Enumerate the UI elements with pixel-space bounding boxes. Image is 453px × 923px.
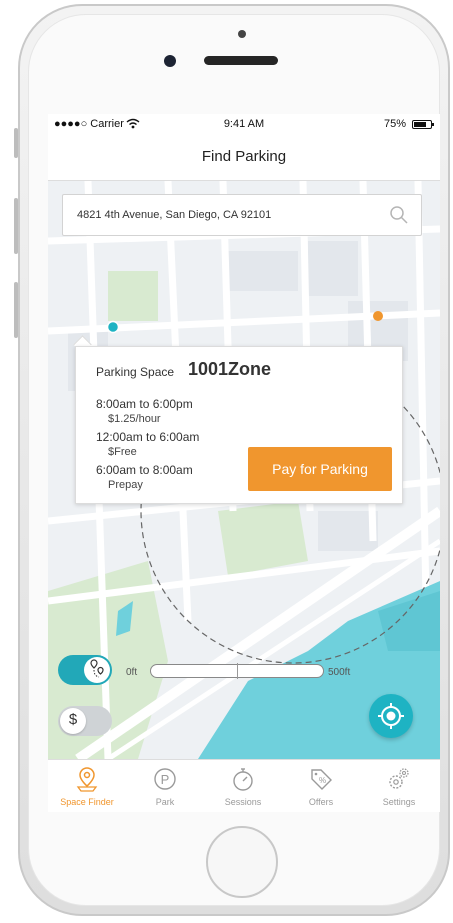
tab-offers[interactable]: % Offers [282,760,360,812]
rate-price: $1.25/hour [108,413,161,425]
route-icon [90,659,104,678]
tab-settings[interactable]: Settings [360,760,438,812]
battery-icon [412,120,434,129]
front-camera [164,55,176,67]
home-button[interactable] [206,826,278,898]
tab-label: Space Finder [60,797,114,807]
status-time: 9:41 AM [223,118,265,130]
pay-for-parking-button[interactable]: Pay for Parking [248,447,392,491]
svg-text:%: % [319,776,326,785]
search-input[interactable]: 4821 4th Avenue, San Diego, CA 92101 [77,209,271,221]
tab-label: Park [155,797,175,807]
rate-time: 12:00am to 6:00am [96,430,200,444]
rate-price: $Free [108,446,137,458]
toggle-knob [84,657,110,683]
tab-park[interactable]: P Park [126,760,204,812]
park-area [108,271,158,321]
stopwatch-icon [233,768,253,791]
route-toggle[interactable] [58,655,112,685]
page-title: Find Parking [201,148,287,165]
status-bar: ●●●●○ Carrier 9:41 AM 75% [48,114,440,134]
map-pin-icon [76,767,98,792]
tab-label: Settings [382,797,416,807]
price-toggle[interactable]: $ [58,706,112,736]
tag-percent-icon: % [311,769,332,790]
tab-sessions[interactable]: Sessions [204,760,282,812]
volume-down-button [14,282,18,338]
svg-text:P: P [161,772,170,787]
proximity-sensor [238,30,246,38]
tab-label: Offers [308,797,334,807]
parking-marker-selected [106,320,120,334]
tab-label: Sessions [224,797,262,807]
toggle-knob: $ [60,708,86,734]
distance-min-label: 0ft [126,667,138,678]
parking-space-popup: Parking Space 1001Zone 8:00am to 6:00pm … [75,346,403,504]
search-icon[interactable] [389,205,409,225]
app-screen: ●●●●○ Carrier 9:41 AM 75% Find Parking 4… [48,114,440,812]
rate-price: Prepay [108,479,143,491]
dollar-icon: $ [68,711,78,728]
parking-p-icon: P [154,768,176,790]
tab-bar: Space Finder P Park Sessions % Offers Se… [48,759,440,812]
parking-marker [373,311,383,321]
volume-up-button [14,198,18,254]
battery-percent: 75% [383,118,406,130]
rate-time: 6:00am to 8:00am [96,463,193,477]
mute-switch [14,128,18,158]
zone-id: 1001Zone [188,359,272,379]
distance-max-label: 500ft [328,667,351,678]
rate-time: 8:00am to 6:00pm [96,397,193,411]
navigation-bar: Find Parking [48,134,440,181]
gears-icon [389,768,409,789]
slider-handle[interactable] [237,663,238,679]
tab-space-finder[interactable]: Space Finder [48,760,126,812]
distance-slider[interactable] [150,663,324,679]
crosshair-icon [378,703,404,729]
address-search-field[interactable]: 4821 4th Avenue, San Diego, CA 92101 [62,194,422,236]
earpiece-speaker [204,56,278,65]
parking-space-label: Parking Space [96,365,175,379]
locate-me-button[interactable] [369,694,413,738]
